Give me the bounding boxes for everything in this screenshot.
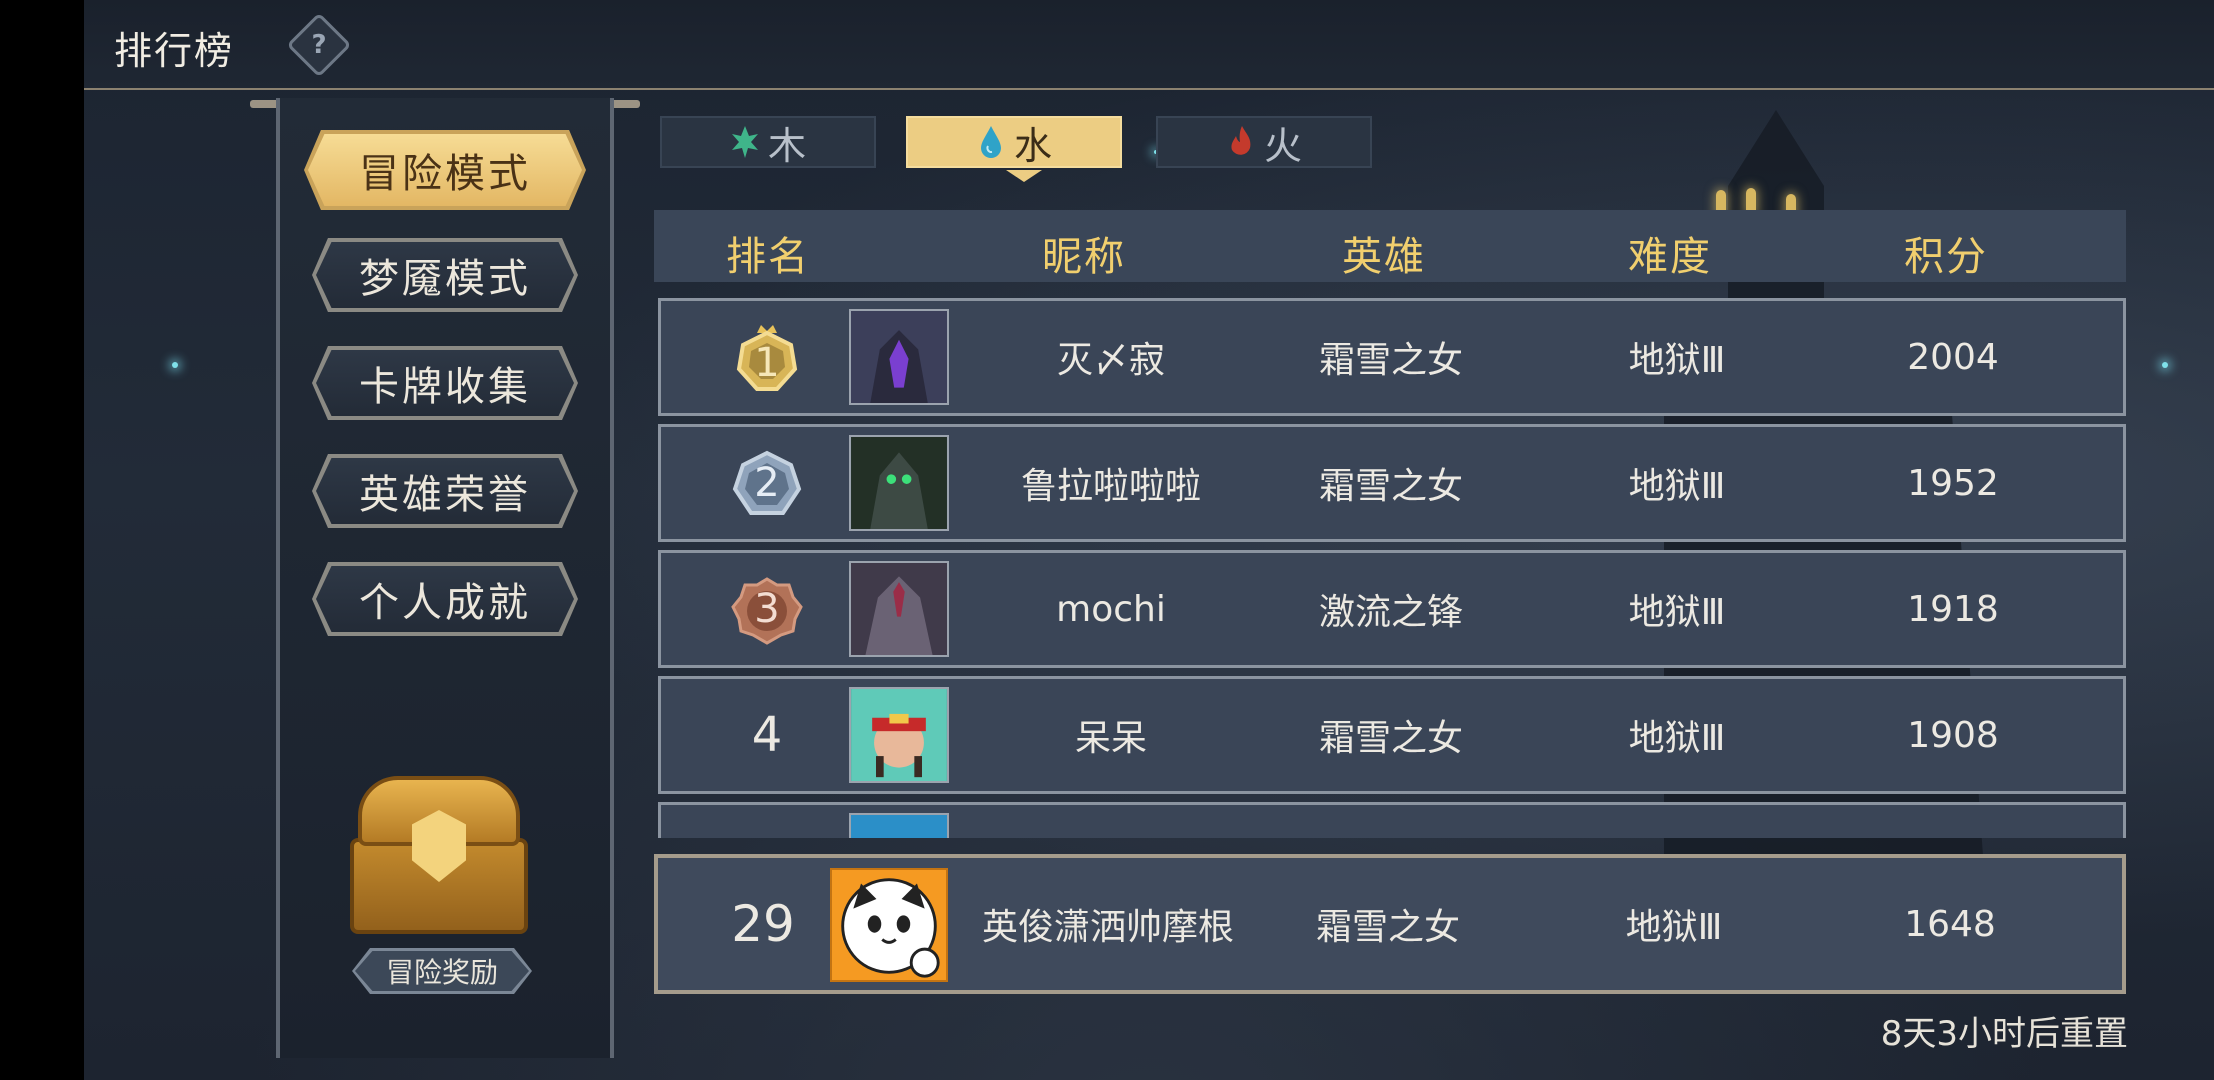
rank-number: 3 (754, 586, 780, 632)
mode-button-label: 英雄荣誉 (359, 472, 531, 518)
adventure-reward-button[interactable]: 冒险奖励 (352, 948, 532, 994)
leaf-icon (731, 126, 758, 158)
table-row[interactable] (658, 802, 2126, 838)
header-nickname: 昵称 (1042, 234, 1126, 280)
header-score: 积分 (1904, 234, 1988, 280)
my-difficulty-cell: 地狱Ⅲ (1625, 907, 1723, 948)
tab-label: 火 (1263, 123, 1302, 168)
active-tab-pointer (1006, 170, 1042, 182)
hero-avatar (849, 435, 949, 531)
help-button[interactable]: ? (286, 12, 352, 78)
rank-number: 2 (754, 460, 780, 506)
mode-button-personal-achievement[interactable]: 个人成就 (312, 562, 578, 636)
star-sparkle (172, 362, 178, 368)
mode-button-card-collection[interactable]: 卡牌收集 (312, 346, 578, 420)
star-sparkle (2162, 362, 2168, 368)
mode-button-label: 个人成就 (359, 580, 531, 626)
reward-label: 冒险奖励 (385, 956, 498, 989)
my-nickname-cell: 英俊潇洒帅摩根 (981, 907, 1234, 948)
table-header: 排名 昵称 英雄 难度 积分 (654, 210, 2126, 282)
header-difficulty: 难度 (1628, 234, 1712, 280)
nickname-cell: 灭〆寂 (1056, 340, 1165, 381)
leaderboard-list[interactable]: 1 灭〆寂 霜雪之女 地狱Ⅲ 2004 2 鲁拉啦啦啦 霜雪之女 地狱Ⅲ 195… (654, 296, 2126, 838)
table-row[interactable]: 4 呆呆 霜雪之女 地狱Ⅲ 1908 (658, 676, 2126, 794)
reset-countdown: 8天3小时后重置 (1880, 1014, 2128, 1054)
mode-button-label: 卡牌收集 (359, 364, 531, 410)
score-cell: 2004 (1907, 336, 1999, 378)
header-hero: 英雄 (1342, 234, 1426, 280)
nickname-cell: 呆呆 (1074, 718, 1147, 759)
header-rank: 排名 (726, 234, 810, 280)
my-rank-row[interactable]: 29 英俊潇洒帅摩根 霜雪之女 地狱Ⅲ 1648 (654, 854, 2126, 994)
score-cell: 1908 (1907, 714, 1999, 756)
hero-avatar (849, 561, 949, 657)
table-row[interactable]: 2 鲁拉啦啦啦 霜雪之女 地狱Ⅲ 1952 (658, 424, 2126, 542)
my-score-cell: 1648 (1904, 903, 1996, 945)
nickname-cell: mochi (1056, 588, 1166, 630)
mode-button-nightmare[interactable]: 梦魇模式 (312, 238, 578, 312)
difficulty-cell: 地狱Ⅲ (1628, 466, 1726, 507)
score-cell: 1952 (1907, 462, 1999, 504)
tab-water[interactable]: 水 (906, 116, 1122, 182)
score-cell: 1918 (1907, 588, 1999, 630)
tab-label: 木 (767, 123, 806, 168)
nickname-cell: 鲁拉啦啦啦 (1020, 466, 1201, 507)
tab-fire[interactable]: 火 (1156, 116, 1372, 168)
difficulty-cell: 地狱Ⅲ (1628, 718, 1726, 759)
mode-button-hero-honor[interactable]: 英雄荣誉 (312, 454, 578, 528)
hero-cell: 霜雪之女 (1318, 466, 1463, 507)
tab-label: 水 (1013, 123, 1052, 168)
left-screen-edge (0, 0, 84, 1080)
flame-icon (1231, 126, 1251, 155)
treasure-chest-icon[interactable] (350, 776, 528, 936)
hero-cell: 激流之锋 (1318, 592, 1463, 633)
mode-button-label: 冒险模式 (359, 151, 531, 197)
table-row[interactable]: 3 mochi 激流之锋 地狱Ⅲ 1918 (658, 550, 2126, 668)
hero-avatar (849, 813, 949, 838)
cat-avatar-icon (830, 868, 948, 982)
hero-avatar (849, 309, 949, 405)
difficulty-cell: 地狱Ⅲ (1628, 592, 1726, 633)
my-hero-cell: 霜雪之女 (1315, 907, 1460, 948)
rank-number: 1 (754, 340, 780, 386)
table-row[interactable]: 1 灭〆寂 霜雪之女 地狱Ⅲ 2004 (658, 298, 2126, 416)
difficulty-cell: 地狱Ⅲ (1628, 340, 1726, 381)
my-rank-number: 29 (731, 895, 795, 953)
mode-button-adventure[interactable]: 冒险模式 (304, 130, 586, 210)
hero-avatar (849, 687, 949, 783)
rank-number: 4 (751, 707, 783, 763)
mode-button-label: 梦魇模式 (359, 256, 531, 302)
top-header: 排行榜 ? (84, 0, 2214, 90)
tab-wood[interactable]: 木 (660, 116, 876, 168)
page-title: 排行榜 (114, 29, 235, 73)
hero-cell: 霜雪之女 (1318, 340, 1463, 381)
hero-cell: 霜雪之女 (1318, 718, 1463, 759)
water-drop-icon (980, 126, 1001, 158)
question-gear-icon: ? (311, 30, 327, 60)
